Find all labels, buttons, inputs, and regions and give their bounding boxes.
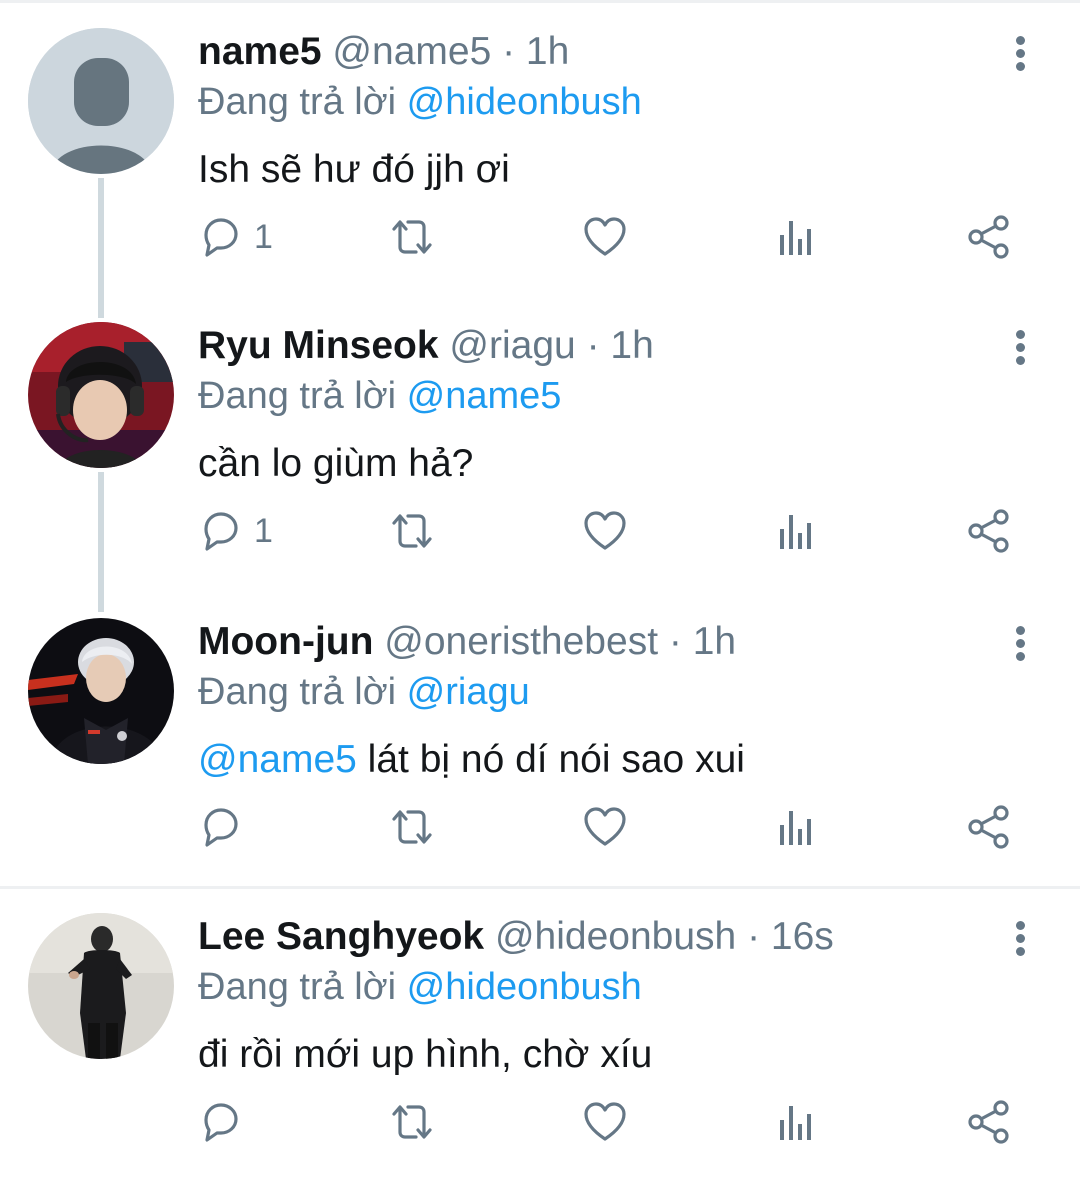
user-handle[interactable]: @hideonbush: [495, 915, 736, 958]
more-options-icon[interactable]: [1008, 322, 1034, 372]
like-button[interactable]: [582, 1087, 628, 1157]
share-icon: [968, 805, 1009, 849]
reply-icon: [204, 218, 238, 257]
share-button[interactable]: [966, 792, 1012, 862]
share-button[interactable]: [966, 1087, 1012, 1157]
like-button[interactable]: [582, 792, 628, 862]
reply-count: 1: [254, 511, 273, 550]
share-icon: [968, 1100, 1009, 1144]
default-avatar-icon: [28, 28, 174, 174]
tweet-text: cần lo giùm hả?: [198, 442, 474, 485]
analytics-button[interactable]: [776, 1087, 816, 1157]
analytics-button[interactable]: [776, 792, 816, 862]
text-mention[interactable]: @name5: [198, 738, 357, 781]
reply-icon: [204, 512, 238, 551]
tweet-text: đi rồi mới up hình, chờ xíu: [198, 1033, 653, 1076]
replying-to-mention[interactable]: @riagu: [407, 671, 530, 713]
profile-photo: [28, 618, 174, 764]
reply-icon: [204, 1103, 238, 1142]
profile-photo: [28, 913, 174, 1059]
timestamp: · 1h: [668, 620, 737, 663]
like-button[interactable]: [582, 496, 628, 566]
tweet-actions: 1: [0, 496, 1080, 566]
share-icon: [968, 215, 1009, 259]
replying-to-mention[interactable]: @hideonbush: [407, 966, 642, 1008]
user-handle[interactable]: @name5: [332, 30, 491, 73]
like-button[interactable]: [582, 202, 628, 272]
replying-to: Đang trả lời @hideonbush: [198, 957, 642, 1017]
share-button[interactable]: [966, 496, 1012, 566]
avatar[interactable]: [28, 28, 174, 174]
reply-button[interactable]: 1: [198, 202, 273, 272]
timestamp: · 1h: [502, 30, 570, 73]
replying-to-label: Đang trả lời: [198, 81, 397, 123]
replying-to: Đang trả lời @hideonbush: [198, 72, 642, 132]
user-handle[interactable]: @oneristhebest: [384, 620, 658, 663]
retweet-icon: [392, 514, 432, 548]
retweet-icon: [392, 1105, 432, 1139]
reply-count: 1: [254, 217, 273, 256]
analytics-icon: [780, 221, 811, 255]
replying-to-label: Đang trả lời: [198, 966, 397, 1008]
timestamp: · 1h: [586, 324, 654, 367]
heart-icon: [584, 807, 626, 846]
tweet-actions: [0, 1087, 1080, 1157]
tweet-text: @name5 lát bị nó dí nói sao xui: [198, 730, 745, 790]
retweet-button[interactable]: [388, 496, 436, 566]
user-handle[interactable]: @riagu: [449, 324, 575, 367]
display-name[interactable]: name5: [198, 30, 322, 73]
retweet-icon: [392, 220, 432, 254]
reply-button[interactable]: 1: [198, 496, 273, 566]
share-button[interactable]: [966, 202, 1012, 272]
analytics-button[interactable]: [776, 496, 816, 566]
reply-button[interactable]: [198, 1087, 242, 1157]
timestamp: · 16s: [747, 915, 834, 958]
more-options-icon[interactable]: [1008, 618, 1034, 668]
top-divider: [0, 0, 1080, 3]
avatar[interactable]: [28, 322, 174, 468]
display-name[interactable]: Ryu Minseok: [198, 324, 439, 367]
replying-to: Đang trả lời @riagu: [198, 662, 530, 722]
analytics-icon: [780, 1106, 811, 1140]
replying-to-label: Đang trả lời: [198, 375, 397, 417]
tweet-actions: [0, 792, 1080, 862]
analytics-icon: [780, 811, 811, 845]
avatar[interactable]: [28, 618, 174, 764]
replying-to-label: Đang trả lời: [198, 671, 397, 713]
more-options-icon[interactable]: [1008, 28, 1034, 78]
share-icon: [968, 509, 1009, 553]
retweet-button[interactable]: [388, 202, 436, 272]
heart-icon: [584, 1102, 626, 1141]
heart-icon: [584, 511, 626, 550]
tweet-text: Ish sẽ hư đó jjh ơi: [198, 148, 510, 191]
tweet-divider: [0, 886, 1080, 889]
retweet-button[interactable]: [388, 1087, 436, 1157]
replying-to-mention[interactable]: @hideonbush: [407, 81, 642, 123]
retweet-icon: [392, 810, 432, 844]
tweet-text-content: lát bị nó dí nói sao xui: [356, 738, 745, 781]
analytics-icon: [780, 515, 811, 549]
replying-to-mention[interactable]: @name5: [407, 375, 562, 417]
profile-photo: [28, 322, 174, 468]
reply-button[interactable]: [198, 792, 242, 862]
retweet-button[interactable]: [388, 792, 436, 862]
more-options-icon[interactable]: [1008, 913, 1034, 963]
tweet-actions: 1: [0, 202, 1080, 272]
analytics-button[interactable]: [776, 202, 816, 272]
heart-icon: [584, 217, 626, 256]
avatar[interactable]: [28, 913, 174, 1059]
display-name[interactable]: Moon-jun: [198, 620, 373, 663]
reply-icon: [204, 808, 238, 847]
display-name[interactable]: Lee Sanghyeok: [198, 915, 484, 958]
replying-to: Đang trả lời @name5: [198, 366, 561, 426]
